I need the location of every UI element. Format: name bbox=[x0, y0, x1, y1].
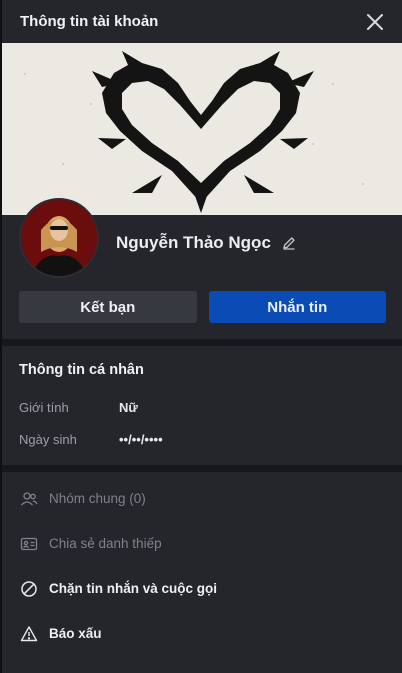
report-label: Báo xấu bbox=[49, 626, 102, 641]
name-wrap: Nguyễn Thảo Ngọc bbox=[116, 233, 297, 253]
panel-title: Thông tin tài khoản bbox=[20, 13, 159, 30]
gender-row: Giới tính Nữ bbox=[19, 391, 386, 423]
birthday-value: ••/••/•••• bbox=[119, 431, 163, 447]
account-info-panel: Thông tin tài khoản Nguyễn Thảo Ngọc Kết… bbox=[0, 0, 402, 673]
share-card-item[interactable]: Chia sẻ danh thiếp bbox=[2, 521, 402, 566]
panel-header: Thông tin tài khoản bbox=[2, 0, 402, 43]
personal-info-title: Thông tin cá nhân bbox=[19, 362, 144, 378]
avatar[interactable] bbox=[19, 198, 99, 278]
common-groups-label: Nhóm chung (0) bbox=[49, 491, 146, 506]
avatar-photo bbox=[21, 200, 97, 276]
report-item[interactable]: Báo xấu bbox=[2, 611, 402, 656]
profile-name: Nguyễn Thảo Ngọc bbox=[116, 233, 271, 252]
contact-card-icon bbox=[19, 534, 39, 554]
personal-info-section: Thông tin cá nhân Giới tính Nữ Ngày sinh… bbox=[2, 346, 402, 465]
gender-label: Giới tính bbox=[19, 399, 69, 415]
edit-name-button[interactable] bbox=[281, 235, 297, 251]
message-button[interactable]: Nhắn tin bbox=[208, 291, 386, 323]
close-icon bbox=[367, 13, 383, 30]
birthday-row: Ngày sinh ••/••/•••• bbox=[19, 423, 386, 455]
share-card-label: Chia sẻ danh thiếp bbox=[49, 536, 162, 551]
birthday-label: Ngày sinh bbox=[19, 431, 77, 447]
block-icon bbox=[19, 579, 39, 599]
gender-value: Nữ bbox=[119, 399, 138, 415]
profile-row: Nguyễn Thảo Ngọc bbox=[2, 198, 402, 291]
users-icon bbox=[19, 489, 39, 509]
action-list: Nhóm chung (0) Chia sẻ danh thiếp Chặn t… bbox=[2, 472, 402, 656]
block-label: Chặn tin nhắn và cuộc gọi bbox=[49, 581, 218, 596]
tribal-heart-artwork bbox=[92, 51, 314, 213]
section-divider bbox=[2, 465, 402, 472]
section-divider bbox=[2, 339, 402, 346]
pencil-icon bbox=[283, 237, 295, 250]
warning-icon bbox=[19, 624, 39, 644]
add-friend-button[interactable]: Kết bạn bbox=[19, 291, 197, 323]
block-item[interactable]: Chặn tin nhắn và cuộc gọi bbox=[2, 566, 402, 611]
cover-photo[interactable] bbox=[2, 43, 402, 215]
action-buttons: Kết bạn Nhắn tin bbox=[2, 291, 402, 323]
close-button[interactable] bbox=[364, 11, 386, 33]
common-groups-item[interactable]: Nhóm chung (0) bbox=[2, 476, 402, 521]
